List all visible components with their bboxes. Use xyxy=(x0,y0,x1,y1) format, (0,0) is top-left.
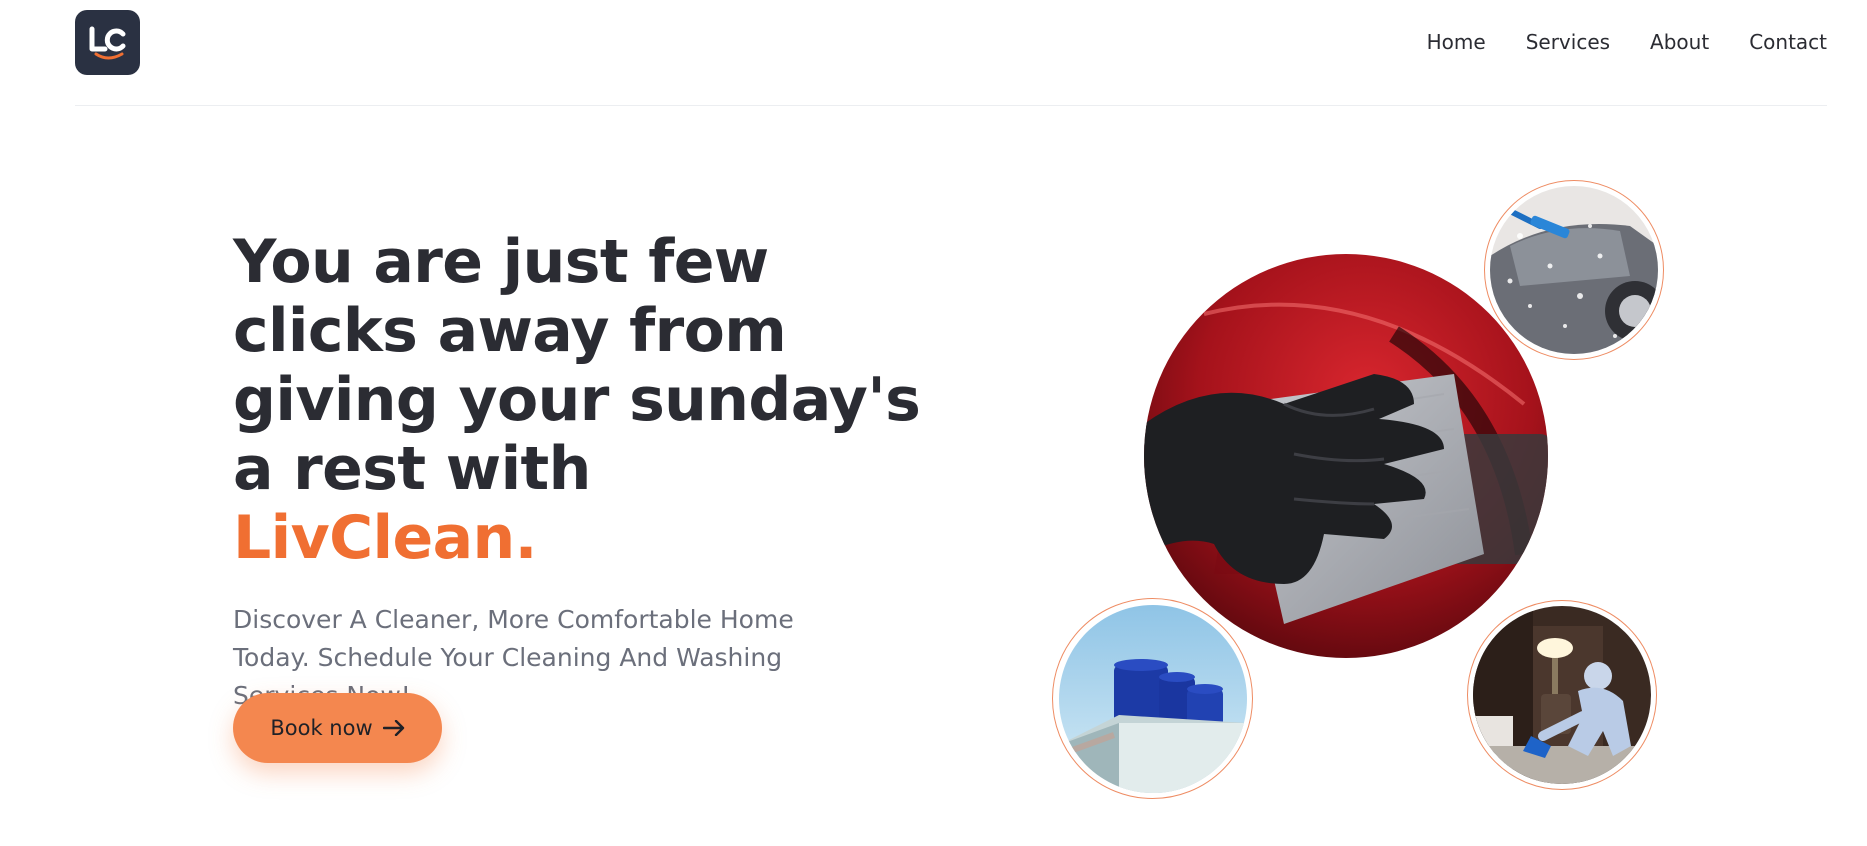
arrow-right-icon xyxy=(382,720,404,736)
logo-mark-icon xyxy=(89,26,125,59)
disinfection-image xyxy=(1473,606,1651,784)
hero-text: You are just few clicks away from giving… xyxy=(233,228,953,715)
disinfection-illustration xyxy=(1473,606,1651,784)
nav-contact[interactable]: Contact xyxy=(1749,30,1827,54)
water-tanks-image xyxy=(1058,604,1247,793)
headline-text: You are just few clicks away from giving… xyxy=(233,227,921,504)
hero-headline: You are just few clicks away from giving… xyxy=(233,228,953,573)
nav-home[interactable]: Home xyxy=(1427,30,1486,54)
car-wash-illustration xyxy=(1490,186,1658,354)
main-nav: Home Services About Contact xyxy=(1427,30,1827,54)
disinfection-ring xyxy=(1467,600,1657,790)
nav-about[interactable]: About xyxy=(1650,30,1709,54)
car-polishing-image xyxy=(1144,254,1548,658)
brand-name: LivClean. xyxy=(233,503,537,573)
book-now-button[interactable]: Book now xyxy=(233,693,442,763)
site-header: Home Services About Contact xyxy=(75,0,1827,106)
logo[interactable] xyxy=(75,10,140,75)
book-now-label: Book now xyxy=(270,716,373,740)
car-wash-image xyxy=(1490,186,1658,354)
car-polishing-illustration xyxy=(1144,254,1548,658)
car-wash-ring xyxy=(1484,180,1664,360)
water-tanks-ring xyxy=(1052,598,1253,799)
water-tanks-illustration xyxy=(1058,604,1247,793)
nav-services[interactable]: Services xyxy=(1526,30,1610,54)
